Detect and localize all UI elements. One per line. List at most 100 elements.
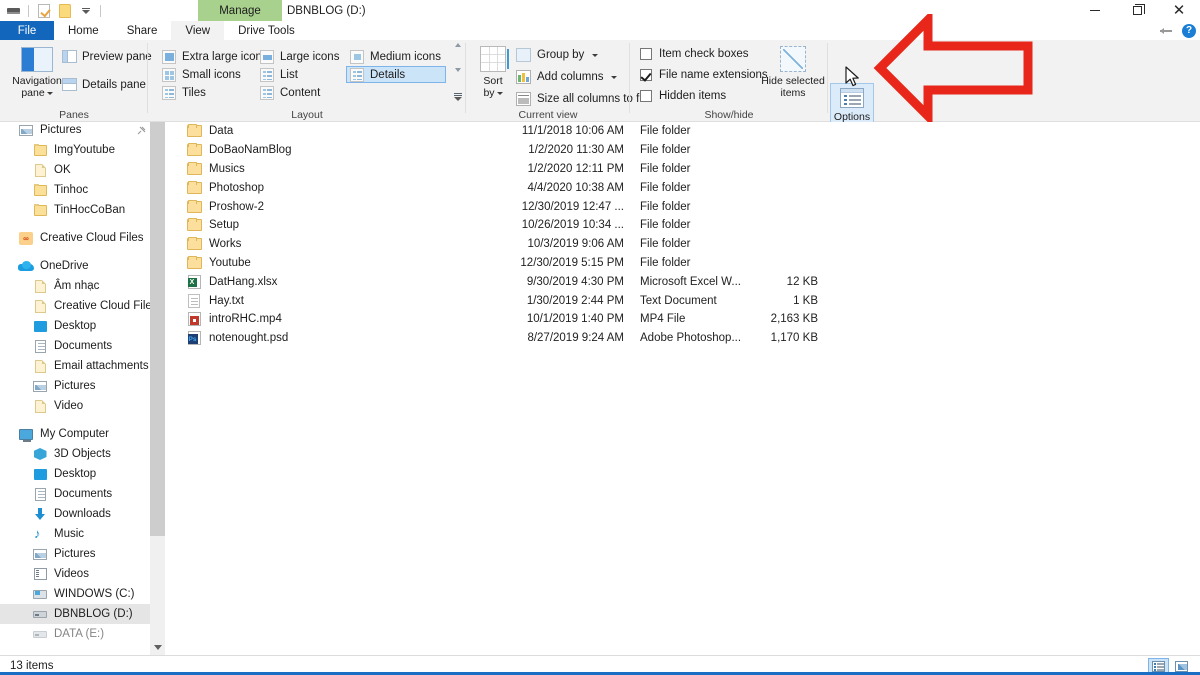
sidebar-item-my-computer[interactable]: My Computer (0, 424, 152, 444)
gallery-more-icon[interactable] (454, 93, 462, 101)
sidebar-item-windows-c[interactable]: WINDOWS (C:) (0, 584, 152, 604)
sidebar-item-documents-onedrive[interactable]: Documents (0, 336, 152, 356)
picture-icon (32, 546, 48, 562)
help-icon[interactable]: ? (1182, 24, 1196, 38)
new-folder-icon[interactable] (56, 2, 73, 19)
file-name: DoBaoNamBlog (209, 144, 291, 156)
details-pane-button[interactable]: Details pane (62, 78, 146, 91)
hidden-items-checkbox[interactable] (640, 90, 652, 102)
sidebar-item-video-onedrive[interactable]: Video (0, 396, 152, 416)
hidden-items-option[interactable]: Hidden items (640, 90, 726, 102)
tab-file[interactable]: File (0, 21, 54, 40)
table-row[interactable]: Proshow-2 12/30/2019 12:47 ... File fold… (168, 197, 1200, 216)
sidebar-item-creative-cloud-files[interactable]: ∞ Creative Cloud Files (0, 228, 152, 248)
tab-share[interactable]: Share (113, 21, 172, 40)
sidebar-item-tinhoccoban[interactable]: TinHocCoBan (0, 200, 152, 220)
sidebar-item-am-nhac[interactable]: Âm nhạc (0, 276, 152, 296)
properties-icon[interactable] (35, 2, 52, 19)
sidebar-item-label: DATA (E:) (54, 628, 104, 640)
view-extra-large-icons[interactable]: Extra large icons (158, 48, 272, 65)
sidebar-item-music[interactable]: ♪ Music (0, 524, 152, 544)
navigation-pane-button[interactable]: Navigation pane (8, 44, 66, 110)
table-row[interactable]: Setup 10/26/2019 10:34 ... File folder (168, 216, 1200, 235)
layout-gallery-scroll[interactable] (451, 43, 464, 101)
group-by-icon (516, 48, 531, 62)
file-name: Photoshop (209, 182, 264, 194)
close-button[interactable]: ✕ (1158, 0, 1200, 21)
drive-icon[interactable] (5, 2, 22, 19)
sidebar-item-onedrive[interactable]: OneDrive (0, 256, 152, 276)
tab-drive-tools[interactable]: Drive Tools (224, 21, 309, 40)
sidebar-item-pictures[interactable]: Pictures (0, 544, 152, 564)
drive-c-icon (32, 586, 48, 602)
view-content[interactable]: Content (256, 84, 324, 101)
table-row[interactable]: Musics 1/2/2020 12:11 PM File folder (168, 160, 1200, 179)
table-row[interactable]: DatHang.xlsx 9/30/2019 4:30 PM Microsoft… (168, 272, 1200, 291)
table-row[interactable]: Data 11/1/2018 10:06 AM File folder (168, 122, 1200, 141)
sidebar-item-documents[interactable]: Documents (0, 484, 152, 504)
table-row[interactable]: DoBaoNamBlog 1/2/2020 11:30 AM File fold… (168, 141, 1200, 160)
file-date: 9/30/2019 4:30 PM (518, 276, 628, 288)
sidebar-item-ok[interactable]: OK (0, 160, 152, 180)
sidebar-item-data-e[interactable]: DATA (E:) (0, 624, 152, 644)
view-tiles[interactable]: Tiles (158, 84, 210, 101)
sidebar-item-videos[interactable]: Videos (0, 564, 152, 584)
navigation-pane-label-line1: Navigation (12, 75, 62, 87)
sidebar-item-email-attachments[interactable]: Email attachments (0, 356, 152, 376)
scroll-down-button[interactable] (150, 639, 165, 655)
collapse-ribbon-icon[interactable] (1160, 26, 1173, 35)
sidebar-item-creative-cloud-files-onedrive[interactable]: Creative Cloud Files (0, 296, 152, 316)
item-count-label: 13 items (0, 660, 53, 672)
sidebar-item-dbnblog-d[interactable]: DBNBLOG (D:) (0, 604, 152, 624)
folder-icon (186, 180, 202, 196)
preview-pane-button[interactable]: Preview pane (62, 50, 152, 63)
tab-view[interactable]: View (171, 21, 224, 40)
customize-qat-chevron-icon[interactable] (77, 2, 94, 19)
sidebar-item-label: Creative Cloud Files (54, 300, 158, 312)
sidebar-item-pictures-quick[interactable]: Pictures (0, 122, 152, 140)
large-icons-label: Large icons (280, 51, 339, 63)
navigation-pane[interactable]: Pictures ImgYoutube OK Tinhoc TinHocCoBa… (0, 122, 168, 655)
view-large-icons[interactable]: Large icons (256, 48, 343, 65)
view-list[interactable]: List (256, 66, 302, 83)
view-details[interactable]: Details (346, 66, 446, 83)
view-medium-icons[interactable]: Medium icons (346, 48, 445, 65)
scrollbar-thumb[interactable] (150, 122, 165, 536)
sidebar-item-desktop[interactable]: Desktop (0, 464, 152, 484)
table-row[interactable]: Photoshop 4/4/2020 10:38 AM File folder (168, 178, 1200, 197)
hide-selected-items-button[interactable]: Hide selected items (758, 44, 828, 110)
quick-access-toolbar[interactable] (0, 0, 103, 21)
sidebar-item-3d-objects[interactable]: 3D Objects (0, 444, 152, 464)
sidebar-item-imgyoutube[interactable]: ImgYoutube (0, 140, 152, 160)
sidebar-item-desktop-onedrive[interactable]: Desktop (0, 316, 152, 336)
group-by-button[interactable]: Group by (516, 48, 598, 62)
navigation-tree[interactable]: Pictures ImgYoutube OK Tinhoc TinHocCoBa… (0, 122, 152, 644)
file-name-extensions-checkbox[interactable] (640, 69, 652, 81)
table-row[interactable]: Works 10/3/2019 9:06 AM File folder (168, 235, 1200, 254)
table-row[interactable]: Hay.txt 1/30/2019 2:44 PM Text Document … (168, 291, 1200, 310)
layout-group-label: Layout (148, 109, 466, 121)
pin-icon[interactable] (137, 126, 146, 135)
table-row[interactable]: Youtube 12/30/2019 5:15 PM File folder (168, 254, 1200, 273)
scroll-down-icon[interactable] (455, 68, 461, 72)
item-check-boxes-option[interactable]: Item check boxes (640, 48, 748, 60)
sidebar-item-tinhoc[interactable]: Tinhoc (0, 180, 152, 200)
size-all-columns-button[interactable]: Size all columns to fit (516, 92, 645, 106)
tab-home[interactable]: Home (54, 21, 113, 40)
navigation-pane-scrollbar[interactable] (150, 122, 165, 655)
table-row[interactable]: introRHC.mp4 10/1/2019 1:40 PM MP4 File … (168, 310, 1200, 329)
sidebar-item-downloads[interactable]: Downloads (0, 504, 152, 524)
table-row[interactable]: notenought.psd 8/27/2019 9:24 AM Adobe P… (168, 329, 1200, 348)
item-check-boxes-checkbox[interactable] (640, 48, 652, 60)
add-columns-button[interactable]: Add columns (516, 70, 617, 84)
file-list[interactable]: Data 11/1/2018 10:06 AM File folder DoBa… (168, 122, 1200, 655)
sort-by-icon (480, 46, 506, 72)
extra-large-icons-label: Extra large icons (182, 51, 268, 63)
view-small-icons[interactable]: Small icons (158, 66, 245, 83)
file-name-extensions-option[interactable]: File name extensions (640, 69, 768, 81)
maximize-button[interactable] (1116, 0, 1158, 21)
sort-by-button[interactable]: Sort by (472, 44, 514, 110)
minimize-button[interactable] (1074, 0, 1116, 21)
sidebar-item-pictures-onedrive[interactable]: Pictures (0, 376, 152, 396)
scroll-up-icon[interactable] (455, 43, 461, 47)
